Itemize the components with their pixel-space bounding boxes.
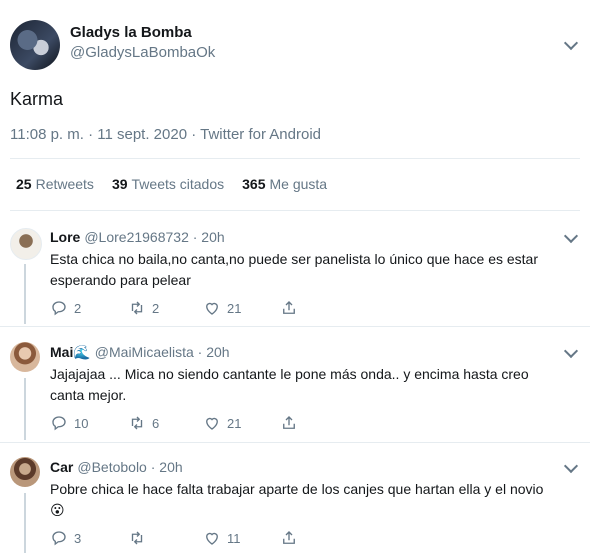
likes-stat[interactable]: 365 Me gusta	[242, 176, 327, 192]
retweet-button[interactable]	[128, 529, 152, 547]
share-icon	[283, 301, 295, 314]
tweet-stats: 25 Retweets 39 Tweets citados 365 Me gusta	[16, 176, 327, 192]
retweets-stat[interactable]: 25 Retweets	[16, 176, 94, 192]
retweet-icon	[131, 301, 143, 315]
reply-icon	[52, 416, 66, 431]
share-button[interactable]	[280, 299, 298, 317]
heart-icon	[206, 532, 218, 545]
chevron-down-icon[interactable]	[563, 343, 579, 359]
reply-icon	[52, 301, 66, 316]
reply-header: Lore @Lore21968732 · 20h	[50, 229, 225, 245]
reply-text: Jajajajaa ... Mica no siendo cantante le…	[50, 366, 529, 403]
divider	[0, 326, 590, 327]
reply-text: Pobre chica le hace falta trabajar apart…	[50, 481, 544, 518]
avatar[interactable]	[10, 342, 40, 372]
chevron-down-icon[interactable]	[563, 35, 579, 51]
divider	[10, 210, 580, 211]
retweet-button[interactable]: 2	[128, 299, 159, 317]
retweet-button[interactable]: 6	[128, 414, 159, 432]
share-button[interactable]	[280, 414, 298, 432]
tweet-meta: 11:08 p. m. · 11 sept. 2020 · Twitter fo…	[10, 126, 322, 143]
thread-line	[24, 378, 26, 440]
reply-author-name[interactable]: Lore	[50, 229, 80, 245]
author-handle[interactable]: @GladysLaBombaOk	[70, 44, 215, 61]
divider	[0, 442, 590, 443]
share-button[interactable]	[280, 529, 298, 547]
reply-author-handle[interactable]: @Lore21968732 · 20h	[84, 229, 224, 245]
divider	[10, 158, 580, 159]
reply-header: Mai🌊 @MaiMicaelista · 20h	[50, 344, 230, 361]
avatar[interactable]	[10, 457, 40, 487]
avatar[interactable]	[10, 228, 42, 260]
author-name[interactable]: Gladys la Bomba	[70, 24, 192, 41]
thread-line	[24, 264, 26, 324]
reply-button[interactable]: 2	[50, 299, 81, 317]
retweet-icon	[131, 531, 143, 545]
chevron-down-icon[interactable]	[563, 228, 579, 244]
retweet-icon	[131, 416, 143, 430]
like-button[interactable]: 21	[203, 299, 241, 317]
reply-author-handle[interactable]: @MaiMicaelista · 20h	[95, 344, 230, 360]
share-icon	[283, 416, 295, 429]
reply-button[interactable]: 3	[50, 529, 81, 547]
thread-line	[24, 493, 26, 553]
reply-header: Car @Betobolo · 20h	[50, 459, 183, 475]
heart-icon	[206, 417, 218, 430]
reply-author-name[interactable]: Car	[50, 459, 73, 475]
chevron-down-icon[interactable]	[563, 458, 579, 474]
quote-tweets-stat[interactable]: 39 Tweets citados	[112, 176, 224, 192]
reply-text: Esta chica no baila,no canta,no puede se…	[50, 251, 538, 288]
reply-button[interactable]: 10	[50, 414, 88, 432]
like-button[interactable]: 21	[203, 414, 241, 432]
reply-author-name[interactable]: Mai🌊	[50, 344, 91, 360]
tweet-text: Karma	[10, 89, 64, 109]
reply-icon	[52, 531, 66, 546]
share-icon	[283, 531, 295, 544]
reply-author-handle[interactable]: @Betobolo · 20h	[77, 459, 182, 475]
like-button[interactable]: 11	[203, 529, 241, 547]
author-avatar[interactable]	[10, 20, 60, 70]
heart-icon	[206, 302, 218, 315]
